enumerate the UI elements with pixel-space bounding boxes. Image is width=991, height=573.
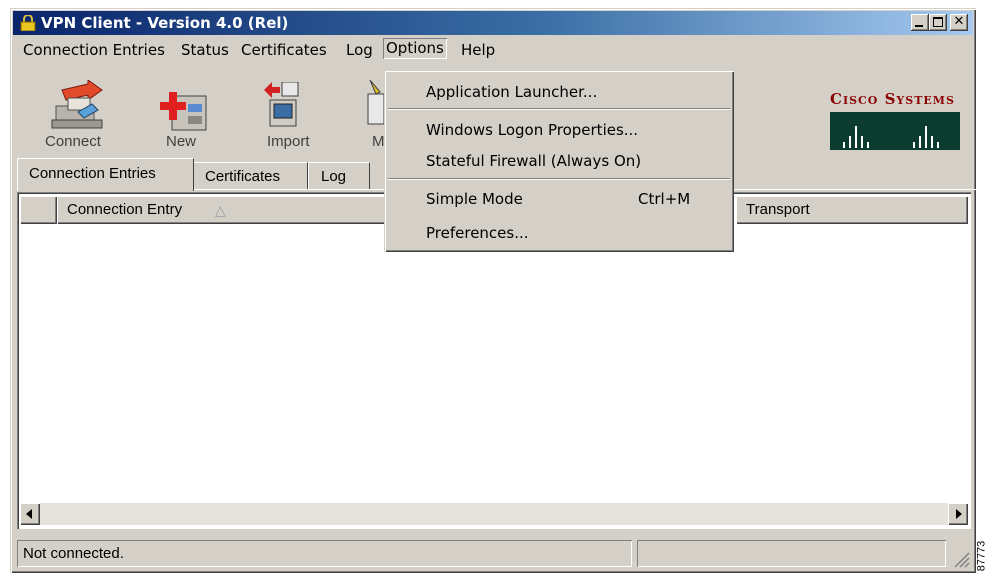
import-button[interactable] [262, 81, 302, 136]
modify-button[interactable] [364, 79, 386, 134]
menu-item-preferences[interactable]: Preferences... [426, 224, 529, 242]
new-label: New [166, 133, 197, 150]
modify-label: M [372, 133, 385, 150]
menu-item-stateful-firewall[interactable]: Stateful Firewall (Always On) [426, 152, 641, 170]
menu-status[interactable]: Status [181, 41, 229, 59]
import-icon [264, 81, 299, 127]
menu-options[interactable]: Options [383, 38, 447, 59]
column-header-connection-entry[interactable]: Connection Entry △ [57, 196, 387, 224]
resize-grip-icon[interactable] [952, 550, 970, 568]
options-dropdown-menu: Application Launcher... Windows Logon Pr… [384, 70, 734, 252]
scroll-left-button[interactable] [20, 503, 40, 525]
cisco-logo-text: Cisco Systems [830, 90, 955, 108]
close-button[interactable]: ✕ [950, 14, 968, 31]
maximize-icon [933, 17, 943, 27]
menu-help[interactable]: Help [461, 41, 495, 59]
arrow-left-icon [26, 509, 32, 519]
column-header-connection-entry-label: Connection Entry [67, 201, 183, 218]
connect-label: Connect [45, 133, 101, 150]
modify-icon [367, 79, 385, 125]
header-row-selector[interactable] [20, 196, 57, 224]
simple-mode-shortcut: Ctrl+M [638, 190, 691, 208]
column-header-transport[interactable]: Transport [736, 196, 968, 224]
minimize-button[interactable] [911, 14, 929, 31]
scroll-right-button[interactable] [948, 503, 968, 525]
new-button[interactable] [160, 90, 210, 136]
status-text: Not connected. [23, 545, 124, 562]
lock-icon [19, 14, 37, 35]
menu-certificates[interactable]: Certificates [241, 41, 327, 59]
figure-id-text: 87773 [975, 540, 988, 572]
figure-id: 87773 [975, 538, 990, 572]
menu-separator [388, 178, 730, 180]
sort-ascending-icon: △ [215, 202, 226, 218]
minimize-icon [915, 25, 923, 27]
menu-log[interactable]: Log [346, 41, 373, 59]
close-icon: ✕ [953, 14, 965, 29]
tab-log-label: Log [321, 168, 347, 185]
tab-connection-entries-label: Connection Entries [29, 165, 156, 182]
cisco-bridge-graphic [830, 112, 960, 150]
menu-separator [388, 108, 730, 110]
arrow-right-icon [956, 509, 962, 519]
maximize-button[interactable] [929, 14, 947, 31]
menu-item-windows-logon-properties[interactable]: Windows Logon Properties... [426, 121, 638, 139]
menu-bar: Connection Entries Status Certificates L… [13, 37, 973, 61]
import-label: Import [267, 133, 310, 150]
title-bar[interactable]: VPN Client - Version 4.0 (Rel) ✕ [13, 11, 973, 35]
tab-log[interactable]: Log [308, 162, 370, 190]
cisco-logo: Cisco Systems [828, 90, 964, 154]
tab-connection-entries[interactable]: Connection Entries [17, 158, 194, 191]
horizontal-scrollbar[interactable] [20, 503, 968, 525]
column-header-transport-label: Transport [746, 201, 810, 218]
connect-icon [51, 79, 103, 129]
status-panel-main: Not connected. [17, 540, 632, 567]
status-panel-secondary [637, 540, 946, 567]
connect-button[interactable] [48, 79, 108, 136]
window-title: VPN Client - Version 4.0 (Rel) [41, 14, 289, 32]
new-entry-icon [160, 92, 207, 131]
menu-item-simple-mode[interactable]: Simple Mode [426, 190, 523, 208]
tab-certificates[interactable]: Certificates [193, 162, 308, 190]
menu-connection-entries[interactable]: Connection Entries [23, 41, 165, 59]
menu-item-application-launcher[interactable]: Application Launcher... [426, 83, 597, 101]
tab-certificates-label: Certificates [205, 168, 281, 185]
